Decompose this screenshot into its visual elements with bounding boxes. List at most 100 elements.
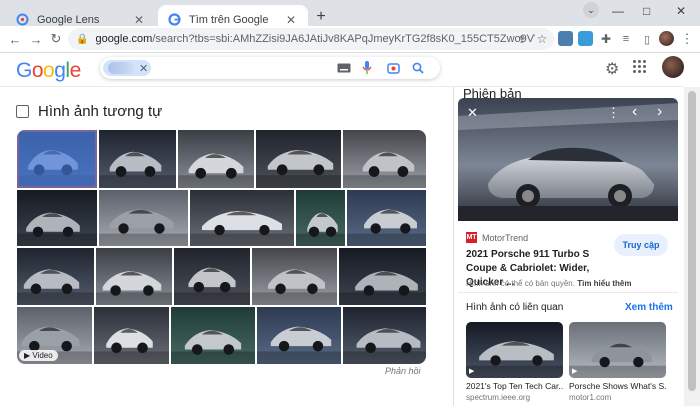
previous-icon[interactable]: ‹ bbox=[632, 103, 637, 121]
similar-image[interactable] bbox=[17, 190, 97, 246]
panel-divider bbox=[453, 87, 454, 406]
tab-title: Tìm trên Google bbox=[189, 13, 269, 26]
apps-grid-icon[interactable] bbox=[633, 60, 647, 74]
related-image-card[interactable]: ▶ bbox=[569, 322, 666, 378]
minimize-button[interactable]: — bbox=[612, 4, 624, 18]
browser-toolbar: ← → ↻ 🔒 google.com/search?tbs=sbi:AMhZZi… bbox=[0, 26, 700, 52]
similar-image[interactable] bbox=[252, 248, 337, 305]
tab-search-icon[interactable]: ⌄ bbox=[583, 2, 599, 18]
tab-title: Google Lens bbox=[37, 13, 100, 26]
next-icon[interactable]: › bbox=[657, 103, 662, 121]
url-text[interactable]: google.com/search?tbs=sbi:AMhZZisi9JA6JA… bbox=[95, 33, 535, 45]
similar-image[interactable] bbox=[178, 130, 254, 188]
similar-image[interactable] bbox=[343, 307, 426, 364]
extension-icon[interactable] bbox=[578, 31, 593, 46]
url-path: /search?tbs=sbi:AMhZZisi9JA6JAtiJv8KAPqJ… bbox=[152, 33, 535, 45]
version-hero-image[interactable]: ✕ ⋮ ‹ › bbox=[458, 98, 678, 221]
extension-icon[interactable] bbox=[558, 31, 573, 46]
scrollbar-thumb[interactable] bbox=[688, 91, 696, 391]
header-divider bbox=[0, 86, 684, 87]
keyboard-icon[interactable] bbox=[337, 61, 351, 75]
reload-icon[interactable]: ↻ bbox=[47, 30, 65, 48]
video-badge: ▶ Video bbox=[19, 350, 58, 361]
divider bbox=[458, 292, 678, 293]
related-image-source: spectrum.ieee.org bbox=[466, 393, 531, 402]
address-bar[interactable]: 🔒 google.com/search?tbs=sbi:AMhZZisi9JA6… bbox=[68, 28, 554, 50]
search-box[interactable]: ✕ bbox=[100, 57, 440, 79]
more-options-icon[interactable]: ⋮ bbox=[607, 105, 620, 121]
motortrend-logo: MT bbox=[466, 232, 477, 243]
similar-image[interactable] bbox=[94, 307, 169, 364]
scrollbar[interactable] bbox=[684, 87, 700, 406]
puzzle-icon[interactable]: ✚ bbox=[597, 30, 615, 48]
logo-letter: o bbox=[43, 59, 55, 82]
related-image-caption[interactable]: 2021's Top Ten Tech Car... bbox=[466, 381, 563, 391]
back-icon[interactable]: ← bbox=[6, 30, 24, 48]
similar-image[interactable] bbox=[174, 248, 250, 305]
related-image-caption[interactable]: Porsche Shows What's S... bbox=[569, 381, 666, 391]
similar-image[interactable] bbox=[257, 307, 341, 364]
similar-image[interactable] bbox=[347, 190, 426, 246]
logo-letter: g bbox=[54, 59, 66, 82]
side-panel-icon[interactable]: ▯ bbox=[638, 30, 656, 48]
image-icon bbox=[16, 105, 29, 118]
source-name: MotorTrend bbox=[482, 232, 529, 243]
query-image-thumbnail bbox=[108, 62, 134, 74]
copyright-notice: Hình ảnh có thể có bản quyền. Tìm hiểu t… bbox=[466, 279, 631, 288]
close-window-button[interactable]: ✕ bbox=[676, 4, 686, 18]
learn-more-link[interactable]: Tìm hiểu thêm bbox=[577, 279, 631, 288]
similar-image[interactable] bbox=[99, 130, 176, 188]
similar-images-heading: Hình ảnh tương tự bbox=[16, 103, 162, 120]
logo-letter: e bbox=[69, 59, 82, 82]
bookmark-star-icon[interactable]: ☆ bbox=[533, 30, 551, 48]
maximize-button[interactable]: □ bbox=[643, 4, 650, 18]
visit-button[interactable]: Truy cập bbox=[614, 234, 668, 256]
microphone-icon[interactable] bbox=[360, 61, 374, 75]
similar-image[interactable] bbox=[296, 190, 345, 246]
google-logo[interactable]: Google bbox=[16, 59, 81, 83]
feedback-link[interactable]: Phản hồi bbox=[385, 366, 421, 376]
source-site[interactable]: MT MotorTrend bbox=[466, 232, 528, 243]
google-lens-icon bbox=[16, 13, 29, 26]
new-tab-button[interactable]: + bbox=[312, 8, 330, 26]
selection-overlay bbox=[17, 130, 97, 188]
similar-image[interactable] bbox=[190, 190, 294, 246]
similar-image[interactable] bbox=[17, 248, 94, 305]
close-icon[interactable]: ✕ bbox=[467, 105, 478, 121]
related-images-heading: Hình ảnh có liên quan bbox=[466, 302, 564, 313]
similar-image[interactable] bbox=[339, 248, 426, 305]
porsche-photo bbox=[458, 98, 678, 221]
similar-image[interactable] bbox=[256, 130, 341, 188]
google-icon bbox=[168, 13, 181, 26]
similar-image[interactable] bbox=[171, 307, 255, 364]
play-icon: ▶ bbox=[469, 368, 475, 375]
copyright-text: Hình ảnh có thể có bản quyền. bbox=[466, 279, 575, 288]
related-image-card[interactable]: ▶ bbox=[466, 322, 563, 378]
similar-image[interactable] bbox=[343, 130, 426, 188]
share-icon[interactable]: ⇪ bbox=[513, 30, 531, 48]
similar-image[interactable] bbox=[96, 248, 172, 305]
divider bbox=[0, 52, 700, 53]
image-query-chip[interactable]: ✕ bbox=[103, 60, 151, 76]
settings-gear-icon[interactable]: ⚙ bbox=[605, 59, 619, 79]
related-image-source: motor1.com bbox=[569, 393, 612, 402]
logo-letter: o bbox=[31, 59, 44, 82]
camera-lens-icon[interactable] bbox=[386, 61, 400, 75]
similar-image[interactable] bbox=[99, 190, 188, 246]
close-tab-icon[interactable]: ✕ bbox=[284, 13, 298, 27]
account-avatar[interactable] bbox=[662, 56, 684, 78]
similar-images-title: Hình ảnh tương tự bbox=[38, 103, 163, 120]
similar-image[interactable]: ▶ Video bbox=[17, 307, 92, 364]
see-more-link[interactable]: Xem thêm bbox=[625, 302, 673, 313]
menu-dots-icon[interactable]: ⋮ bbox=[678, 30, 696, 48]
close-tab-icon[interactable]: ✕ bbox=[132, 13, 146, 27]
selected-similar-image[interactable] bbox=[17, 130, 97, 188]
search-icon[interactable] bbox=[411, 61, 425, 75]
similar-images-grid: ▶ Video bbox=[17, 130, 426, 364]
profile-avatar[interactable] bbox=[659, 31, 674, 46]
reading-list-icon[interactable]: ≡ bbox=[617, 30, 635, 48]
clear-image-icon[interactable]: ✕ bbox=[139, 62, 148, 75]
url-host: google.com bbox=[95, 33, 153, 45]
forward-icon[interactable]: → bbox=[27, 30, 45, 48]
logo-letter: G bbox=[16, 59, 32, 82]
